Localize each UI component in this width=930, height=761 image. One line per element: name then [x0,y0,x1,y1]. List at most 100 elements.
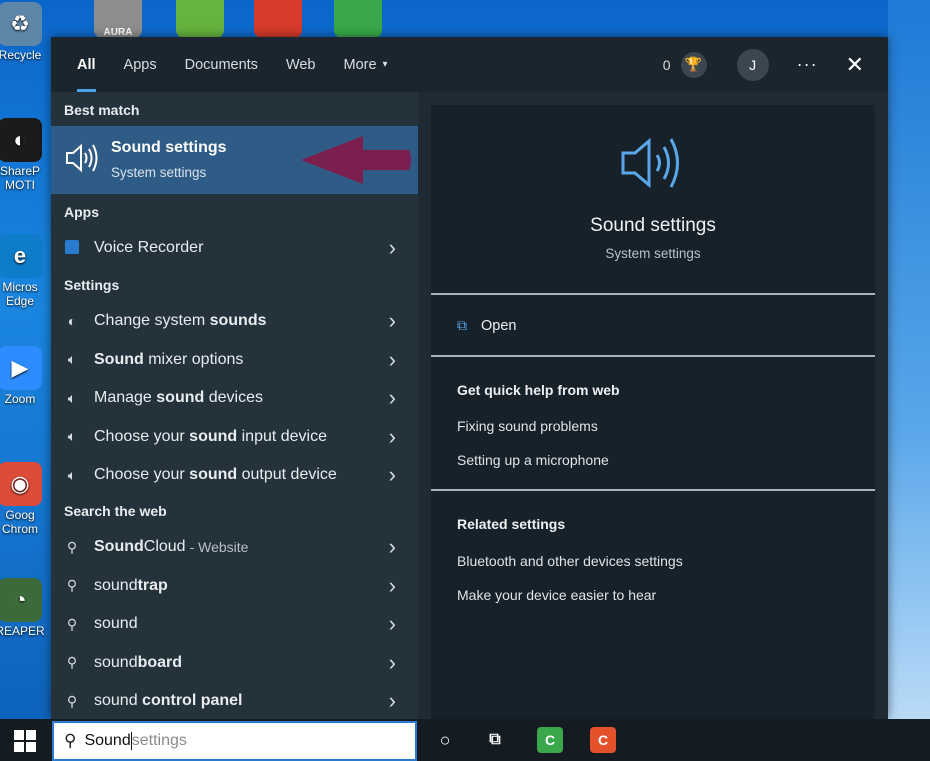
chevron-right-icon[interactable]: › [389,308,396,334]
recorder-icon [63,239,81,257]
shortcut-label: Goog Chrom [1,508,38,536]
best-match-title: Sound settings [111,139,227,156]
taskbar-search-input[interactable]: ⚲ Sound settings [52,721,417,761]
task-view-icon[interactable]: ⧉ [482,727,508,753]
open-action[interactable]: ⧉ Open [457,317,516,334]
windows-start-icon[interactable] [14,730,36,752]
search-icon: ⚲ [66,538,78,555]
list-item[interactable]: 🔈︎ Manage sound devices › [51,379,418,417]
list-item-label: sound [94,615,138,632]
rewards-points: 0 [662,56,671,73]
help-link[interactable]: Setting up a microphone [457,452,609,468]
open-label: Open [481,317,517,334]
search-icon: ⚲ [66,692,78,709]
list-item[interactable]: ⚲ sound control panel › [51,682,418,720]
tab-apps[interactable]: Apps [110,37,171,92]
list-item-suffix: - Website [189,539,249,555]
desktop-wallpaper-strip [888,0,930,719]
avatar[interactable]: J [736,48,769,81]
desktop-shortcut[interactable]: ◔ REAPER [0,578,46,638]
desktop-app-icon[interactable] [254,0,302,38]
shortcut-label: Zoom [4,392,36,406]
chevron-right-icon[interactable]: › [389,573,396,599]
chevron-right-icon[interactable]: › [389,650,396,676]
shortcut-icon: ◐ [0,118,42,162]
list-item[interactable]: 🔈︎ Choose your sound output device › [51,456,418,494]
shortcut-label: Recycle [0,48,42,62]
related-link[interactable]: Make your device easier to hear [457,587,656,603]
divider [431,293,875,295]
speaker-icon: 🔈︎ [67,389,77,406]
help-heading: Get quick help from web [457,382,620,398]
list-item[interactable]: ⚲ SoundCloud - Website › [51,528,418,566]
desktop-shortcut[interactable]: e Micros Edge [0,234,46,308]
shortcut-icon: ◉ [0,462,42,506]
chevron-right-icon[interactable]: › [389,424,396,450]
tab-all[interactable]: All [63,37,110,92]
shortcut-label: REAPER [0,624,45,638]
list-item[interactable]: ⚲ sound › [51,605,418,643]
desktop-app-icon[interactable]: AURA [94,0,142,38]
speaker-icon-large [621,137,679,189]
list-item-label: Change system sounds [94,312,267,329]
best-match-item[interactable]: Sound settings System settings [51,126,418,194]
chevron-right-icon[interactable]: › [389,611,396,637]
desktop-shortcut[interactable]: ◐ ShareP MOTI [0,118,46,192]
related-link[interactable]: Bluetooth and other devices settings [457,553,683,569]
search-tabs: All Apps Documents Web More ▾ 0 🏆 J ··· ✕ [51,37,888,92]
list-item-label: Choose your sound output device [94,466,337,483]
list-item-label: Sound mixer options [94,350,244,368]
chevron-right-icon[interactable]: › [389,235,396,261]
desktop-app-icon[interactable] [176,0,224,38]
help-link[interactable]: Fixing sound problems [457,418,598,434]
search-icon: ⚲ [66,615,78,632]
shortcut-icon: ◔ [0,578,42,622]
cortana-icon[interactable]: ○ [432,727,458,753]
preview-title: Sound settings [590,215,716,236]
list-item[interactable]: ⚲ soundtrap › [51,567,418,605]
chevron-right-icon[interactable]: › [389,688,396,714]
tab-list: All Apps Documents Web More ▾ [63,37,402,92]
tab-web[interactable]: Web [272,37,330,92]
settings-heading: Settings [64,277,120,293]
close-icon[interactable]: ✕ [846,52,864,78]
related-heading: Related settings [457,516,566,532]
list-item[interactable]: Voice Recorder › [51,229,418,267]
tab-more[interactable]: More ▾ [330,37,402,92]
list-item[interactable]: 🔈︎ Sound mixer options › [51,341,418,379]
more-options-icon[interactable]: ··· [797,54,818,75]
search-autocomplete-text: settings [131,732,187,749]
desktop-shortcut[interactable]: ♻ Recycle [0,2,46,62]
desktop-app-icon[interactable] [334,0,382,38]
open-icon: ⧉ [457,317,467,333]
trophy-icon[interactable]: 🏆 [680,51,707,78]
shortcut-icon: ♻ [0,2,42,46]
chevron-right-icon[interactable]: › [389,347,396,373]
speaker-icon: 🔈︎ [67,428,77,444]
tab-documents[interactable]: Documents [171,37,272,92]
search-icon: ⚲ [64,731,77,750]
list-item-label: SoundCloud [94,538,186,555]
camtasia-taskbar-icon[interactable]: C [537,727,563,753]
list-item[interactable]: ⚲ soundboard › [51,644,418,682]
chevron-right-icon[interactable]: › [389,385,396,411]
list-item-label: soundtrap [94,576,168,594]
best-match-heading: Best match [64,102,140,118]
preview-pane: Sound settings System settings ⧉ Open Ge… [431,105,875,719]
taskbar: ⚲ Sound settings ○ ⧉ C C [0,719,930,761]
list-item[interactable]: 🔈︎ Choose your sound input device › [51,418,418,456]
divider [431,489,875,491]
chevron-right-icon[interactable]: › [389,534,396,560]
speaker-icon: 🔈︎ [67,351,77,367]
search-panel: All Apps Documents Web More ▾ 0 🏆 J ··· ✕ Bes… [51,37,888,719]
list-item-label: Choose your sound input device [94,427,328,445]
chevron-down-icon: ▾ [382,59,388,70]
list-item[interactable]: ◐ Change system sounds › [51,302,418,340]
chevron-right-icon[interactable]: › [389,462,396,488]
web-heading: Search the web [64,503,167,519]
camtasia-recorder-taskbar-icon[interactable]: C [590,727,616,753]
divider [431,355,875,357]
desktop-shortcut[interactable]: ▶ Zoom [0,346,46,406]
results-list: Best match Sound settings System setting… [51,92,418,719]
desktop-shortcut[interactable]: ◉ Goog Chrom [0,462,46,536]
